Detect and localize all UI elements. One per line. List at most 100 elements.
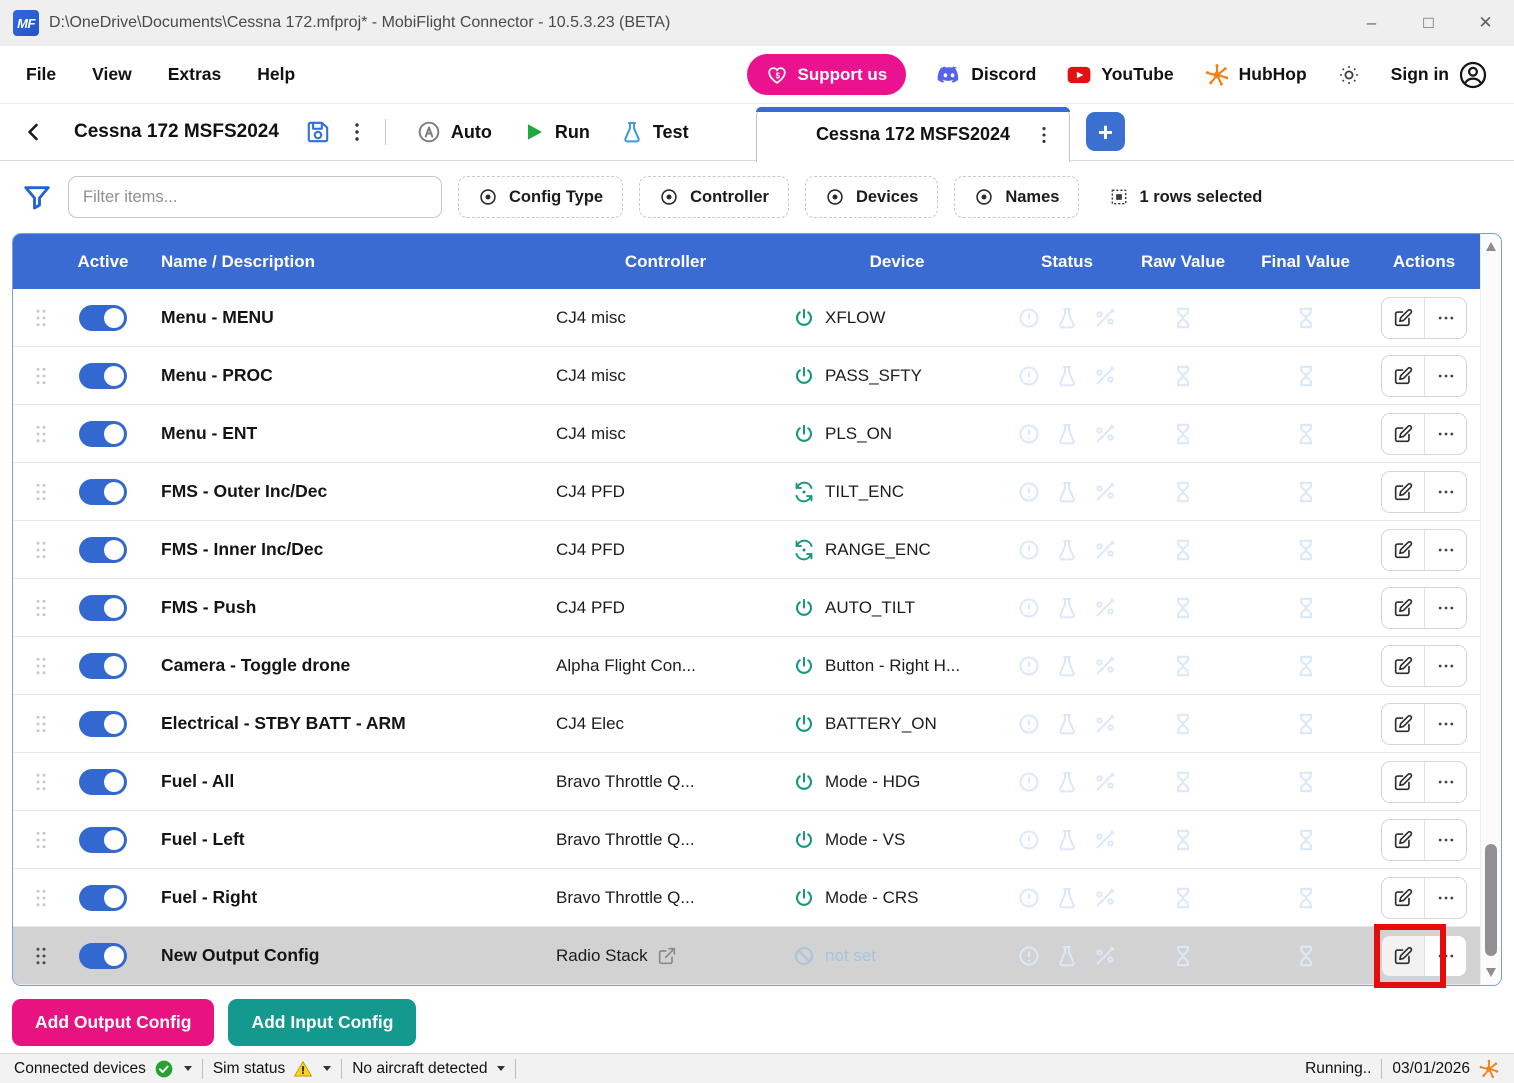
support-us-button[interactable]: $ Support us: [747, 54, 906, 95]
drag-handle[interactable]: [13, 827, 53, 853]
table-row[interactable]: Fuel - Left Bravo Throttle Q... Mode - V…: [13, 811, 1501, 869]
filter-chip-names[interactable]: Names: [954, 176, 1079, 218]
active-toggle[interactable]: [79, 479, 127, 505]
active-toggle[interactable]: [79, 827, 127, 853]
tab-menu-button[interactable]: [1033, 124, 1055, 146]
row-more-button[interactable]: [1424, 704, 1466, 744]
edit-config-button[interactable]: [1382, 878, 1424, 918]
add-input-config-button[interactable]: Add Input Config: [228, 999, 416, 1046]
edit-config-button[interactable]: [1382, 936, 1424, 976]
close-button[interactable]: ✕: [1457, 0, 1514, 46]
test-button[interactable]: Test: [620, 120, 689, 144]
project-menu-button[interactable]: [345, 120, 369, 144]
edit-config-button[interactable]: [1382, 588, 1424, 628]
active-toggle[interactable]: [79, 769, 127, 795]
active-toggle[interactable]: [79, 885, 127, 911]
sign-in-button[interactable]: Sign in: [1391, 60, 1488, 90]
aircraft-status[interactable]: No aircraft detected: [342, 1054, 515, 1083]
row-more-button[interactable]: [1424, 588, 1466, 628]
row-more-button[interactable]: [1424, 936, 1466, 976]
table-row[interactable]: Menu - ENT CJ4 misc PLS_ON: [13, 405, 1501, 463]
filter-chip-config-type[interactable]: Config Type: [458, 176, 623, 218]
external-link-icon[interactable]: [657, 946, 677, 966]
active-toggle[interactable]: [79, 537, 127, 563]
drag-handle[interactable]: [13, 595, 53, 621]
drag-handle[interactable]: [13, 885, 53, 911]
row-more-button[interactable]: [1424, 646, 1466, 686]
table-row[interactable]: New Output Config Radio Stack not set: [13, 927, 1501, 985]
edit-config-button[interactable]: [1382, 414, 1424, 454]
save-button[interactable]: [305, 119, 331, 145]
scrollbar-thumb[interactable]: [1485, 844, 1497, 956]
add-output-config-button[interactable]: Add Output Config: [12, 999, 214, 1046]
drag-handle[interactable]: [13, 769, 53, 795]
row-more-button[interactable]: [1424, 356, 1466, 396]
active-toggle[interactable]: [79, 943, 127, 969]
run-button[interactable]: Run: [522, 120, 590, 144]
drag-handle[interactable]: [13, 305, 53, 331]
active-toggle[interactable]: [79, 305, 127, 331]
scroll-up-arrow-icon[interactable]: [1486, 242, 1496, 251]
filter-chip-controller[interactable]: Controller: [639, 176, 789, 218]
table-row[interactable]: FMS - Outer Inc/Dec CJ4 PFD TILT_ENC: [13, 463, 1501, 521]
sim-status[interactable]: Sim status: [203, 1054, 341, 1083]
scroll-down-arrow-icon[interactable]: [1486, 968, 1496, 977]
row-more-button[interactable]: [1424, 472, 1466, 512]
auto-button[interactable]: Auto: [416, 119, 492, 145]
drag-handle[interactable]: [13, 537, 53, 563]
row-more-button[interactable]: [1424, 762, 1466, 802]
table-row[interactable]: Fuel - Right Bravo Throttle Q... Mode - …: [13, 869, 1501, 927]
row-more-button[interactable]: [1424, 878, 1466, 918]
table-row[interactable]: FMS - Push CJ4 PFD AUTO_TILT: [13, 579, 1501, 637]
active-toggle[interactable]: [79, 595, 127, 621]
edit-config-button[interactable]: [1382, 472, 1424, 512]
drag-handle[interactable]: [13, 479, 53, 505]
back-button[interactable]: [22, 120, 46, 144]
filter-chip-devices[interactable]: Devices: [805, 176, 938, 218]
menu-extras[interactable]: Extras: [168, 64, 222, 85]
hubhop-link[interactable]: HubHop: [1204, 62, 1307, 88]
row-more-button[interactable]: [1424, 820, 1466, 860]
maximize-button[interactable]: □: [1400, 0, 1457, 46]
edit-config-button[interactable]: [1382, 646, 1424, 686]
row-more-button[interactable]: [1424, 530, 1466, 570]
vertical-scrollbar[interactable]: [1480, 234, 1501, 985]
menu-view[interactable]: View: [92, 64, 132, 85]
table-row[interactable]: FMS - Inner Inc/Dec CJ4 PFD RANGE_ENC: [13, 521, 1501, 579]
active-toggle[interactable]: [79, 711, 127, 737]
menu-file[interactable]: File: [26, 64, 56, 85]
table-row[interactable]: Camera - Toggle drone Alpha Flight Con..…: [13, 637, 1501, 695]
connected-devices-status[interactable]: Connected devices: [4, 1054, 202, 1083]
active-toggle[interactable]: [79, 421, 127, 447]
filter-input[interactable]: [68, 176, 442, 218]
edit-config-button[interactable]: [1382, 704, 1424, 744]
row-more-button[interactable]: [1424, 298, 1466, 338]
edit-config-button[interactable]: [1382, 298, 1424, 338]
drag-handle[interactable]: [13, 363, 53, 389]
drag-handle[interactable]: [13, 421, 53, 447]
menu-help[interactable]: Help: [257, 64, 295, 85]
table-row[interactable]: Electrical - STBY BATT - ARM CJ4 Elec BA…: [13, 695, 1501, 753]
active-toggle[interactable]: [79, 363, 127, 389]
edit-config-button[interactable]: [1382, 356, 1424, 396]
drag-handle[interactable]: [13, 653, 53, 679]
row-more-button[interactable]: [1424, 414, 1466, 454]
tab-cessna-172-msfs2024[interactable]: Cessna 172 MSFS2024: [756, 107, 1070, 162]
table-row[interactable]: Menu - PROC CJ4 misc PASS_SFTY: [13, 347, 1501, 405]
table-row[interactable]: Fuel - All Bravo Throttle Q... Mode - HD…: [13, 753, 1501, 811]
edit-config-button[interactable]: [1382, 530, 1424, 570]
drag-handle[interactable]: [13, 943, 53, 969]
hourglass-icon: [1293, 479, 1319, 505]
edit-config-button[interactable]: [1382, 820, 1424, 860]
drag-handle[interactable]: [13, 711, 53, 737]
config-name: FMS - Push: [153, 597, 548, 618]
add-tab-button[interactable]: +: [1086, 112, 1125, 151]
discord-link[interactable]: Discord: [936, 62, 1036, 88]
theme-toggle-icon[interactable]: [1337, 63, 1361, 87]
table-row[interactable]: Menu - MENU CJ4 misc XFLOW: [13, 289, 1501, 347]
edit-config-button[interactable]: [1382, 762, 1424, 802]
minimize-button[interactable]: –: [1343, 0, 1400, 46]
youtube-link[interactable]: YouTube: [1066, 62, 1173, 88]
hourglass-icon: [1170, 943, 1196, 969]
active-toggle[interactable]: [79, 653, 127, 679]
